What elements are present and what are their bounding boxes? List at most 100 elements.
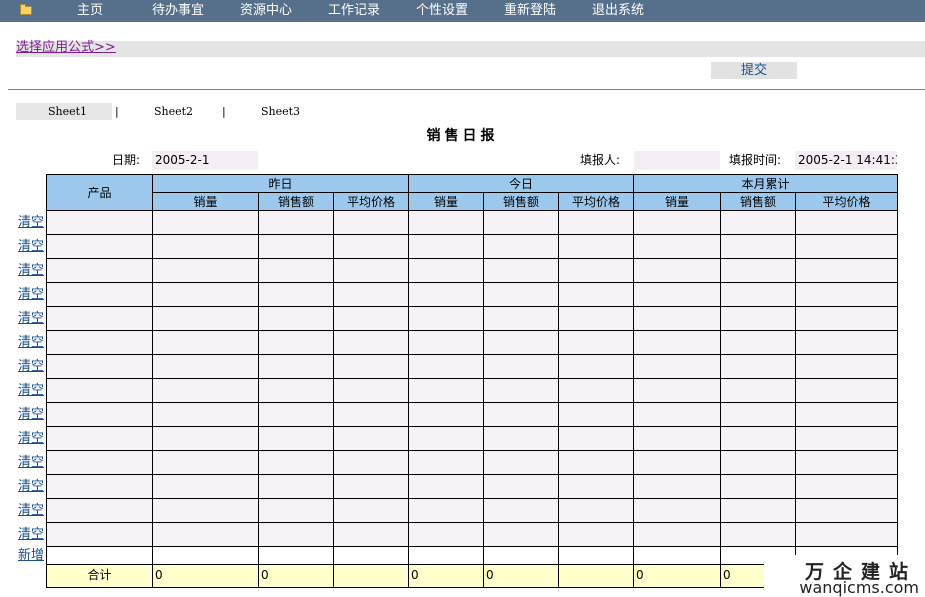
nav-relogin[interactable]: 重新登陆 — [504, 3, 556, 19]
table-cell[interactable] — [484, 235, 559, 259]
table-cell[interactable] — [153, 355, 259, 379]
clear-row-link[interactable]: 清空 — [18, 215, 44, 231]
table-cell[interactable] — [334, 451, 409, 475]
table-cell[interactable] — [47, 259, 153, 283]
table-cell[interactable] — [796, 211, 898, 235]
table-cell[interactable] — [484, 355, 559, 379]
table-cell[interactable] — [484, 283, 559, 307]
table-cell[interactable] — [559, 475, 634, 499]
clear-row-link[interactable]: 清空 — [18, 263, 44, 279]
new-row-cell[interactable] — [559, 547, 634, 565]
table-cell[interactable] — [634, 283, 721, 307]
table-cell[interactable] — [259, 331, 334, 355]
table-cell[interactable] — [409, 235, 484, 259]
table-cell[interactable] — [153, 307, 259, 331]
table-cell[interactable] — [259, 499, 334, 523]
table-cell[interactable] — [47, 379, 153, 403]
table-cell[interactable] — [484, 451, 559, 475]
fill-time-input[interactable]: 2005-2-1 14:41:30 — [795, 151, 897, 170]
nav-logout[interactable]: 退出系统 — [592, 3, 644, 19]
table-cell[interactable] — [334, 379, 409, 403]
table-cell[interactable] — [559, 307, 634, 331]
table-cell[interactable] — [153, 235, 259, 259]
table-cell[interactable] — [634, 379, 721, 403]
new-row-cell[interactable] — [47, 547, 153, 565]
table-cell[interactable] — [796, 259, 898, 283]
table-cell[interactable] — [47, 403, 153, 427]
table-cell[interactable] — [47, 451, 153, 475]
table-cell[interactable] — [559, 379, 634, 403]
table-cell[interactable] — [47, 523, 153, 547]
nav-todo[interactable]: 待办事宜 — [152, 3, 204, 19]
table-cell[interactable] — [634, 259, 721, 283]
table-cell[interactable] — [634, 235, 721, 259]
table-cell[interactable] — [409, 355, 484, 379]
filler-input[interactable] — [634, 151, 720, 170]
table-cell[interactable] — [153, 427, 259, 451]
table-cell[interactable] — [409, 523, 484, 547]
table-cell[interactable] — [153, 475, 259, 499]
table-cell[interactable] — [334, 427, 409, 451]
table-cell[interactable] — [559, 451, 634, 475]
table-cell[interactable] — [721, 475, 796, 499]
nav-personal-settings[interactable]: 个性设置 — [416, 3, 468, 19]
table-cell[interactable] — [409, 451, 484, 475]
table-cell[interactable] — [634, 451, 721, 475]
table-cell[interactable] — [634, 499, 721, 523]
table-cell[interactable] — [634, 427, 721, 451]
table-cell[interactable] — [334, 307, 409, 331]
table-cell[interactable] — [559, 523, 634, 547]
table-cell[interactable] — [47, 211, 153, 235]
table-cell[interactable] — [634, 475, 721, 499]
table-cell[interactable] — [409, 331, 484, 355]
table-cell[interactable] — [484, 307, 559, 331]
table-cell[interactable] — [334, 283, 409, 307]
clear-row-link[interactable]: 清空 — [18, 431, 44, 447]
clear-row-link[interactable]: 清空 — [18, 407, 44, 423]
table-cell[interactable] — [409, 403, 484, 427]
table-cell[interactable] — [259, 283, 334, 307]
table-cell[interactable] — [796, 331, 898, 355]
table-cell[interactable] — [334, 523, 409, 547]
table-cell[interactable] — [409, 499, 484, 523]
table-cell[interactable] — [721, 211, 796, 235]
table-cell[interactable] — [559, 403, 634, 427]
clear-row-link[interactable]: 清空 — [18, 479, 44, 495]
table-cell[interactable] — [47, 307, 153, 331]
add-row-link[interactable]: 新增 — [18, 548, 44, 564]
table-cell[interactable] — [259, 523, 334, 547]
table-cell[interactable] — [559, 235, 634, 259]
table-cell[interactable] — [47, 427, 153, 451]
table-cell[interactable] — [721, 283, 796, 307]
table-cell[interactable] — [153, 211, 259, 235]
clear-row-link[interactable]: 清空 — [18, 239, 44, 255]
table-cell[interactable] — [153, 379, 259, 403]
clear-row-link[interactable]: 清空 — [18, 287, 44, 303]
new-row-cell[interactable] — [259, 547, 334, 565]
table-cell[interactable] — [259, 475, 334, 499]
table-cell[interactable] — [796, 379, 898, 403]
table-cell[interactable] — [334, 403, 409, 427]
table-cell[interactable] — [559, 283, 634, 307]
table-cell[interactable] — [721, 403, 796, 427]
table-cell[interactable] — [334, 211, 409, 235]
table-cell[interactable] — [47, 475, 153, 499]
table-cell[interactable] — [259, 307, 334, 331]
table-cell[interactable] — [47, 499, 153, 523]
table-cell[interactable] — [559, 211, 634, 235]
table-cell[interactable] — [721, 235, 796, 259]
table-cell[interactable] — [634, 403, 721, 427]
table-cell[interactable] — [484, 523, 559, 547]
table-cell[interactable] — [484, 259, 559, 283]
table-cell[interactable] — [334, 331, 409, 355]
new-row-cell[interactable] — [484, 547, 559, 565]
nav-resources[interactable]: 资源中心 — [240, 3, 292, 19]
table-cell[interactable] — [47, 283, 153, 307]
table-cell[interactable] — [409, 307, 484, 331]
table-cell[interactable] — [484, 403, 559, 427]
table-cell[interactable] — [484, 475, 559, 499]
table-cell[interactable] — [559, 331, 634, 355]
table-cell[interactable] — [721, 499, 796, 523]
table-cell[interactable] — [409, 379, 484, 403]
table-cell[interactable] — [409, 283, 484, 307]
